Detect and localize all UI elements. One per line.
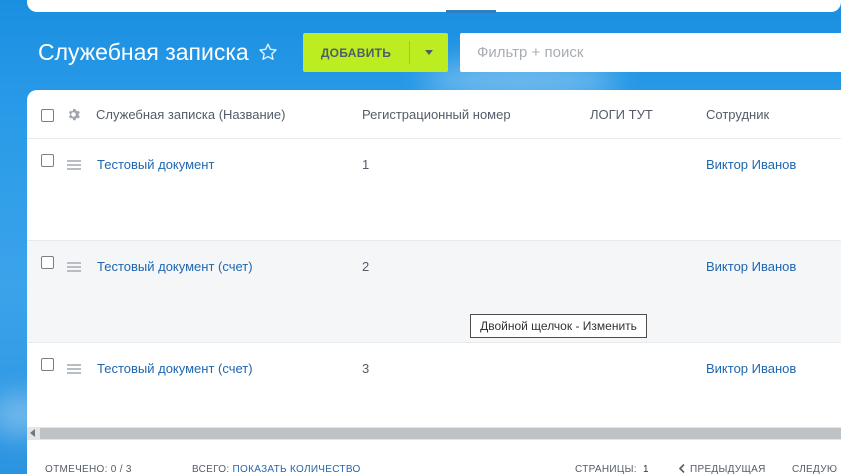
table-row[interactable]: Тестовый документ 1 Виктор Иванов bbox=[27, 139, 841, 241]
active-tab-indicator bbox=[446, 10, 496, 13]
gear-icon[interactable] bbox=[67, 108, 80, 121]
row-number: 2 bbox=[362, 259, 370, 274]
row-employee-link[interactable]: Виктор Иванов bbox=[706, 157, 796, 172]
row-checkbox[interactable] bbox=[41, 256, 54, 269]
row-employee-link[interactable]: Виктор Иванов bbox=[706, 361, 796, 376]
column-header-number[interactable]: Регистрационный номер bbox=[362, 107, 511, 122]
page-title: Служебная записка bbox=[38, 38, 249, 65]
row-number: 1 bbox=[362, 157, 370, 172]
scrollbar-thumb[interactable] bbox=[40, 428, 841, 439]
row-name-link[interactable]: Тестовый документ (счет) bbox=[97, 361, 253, 376]
add-button-label: ДОБАВИТЬ bbox=[320, 45, 392, 60]
current-page[interactable]: 1 bbox=[643, 464, 649, 474]
row-name-link[interactable]: Тестовый документ bbox=[97, 157, 214, 172]
data-grid: Служебная записка (Название) Регистрацио… bbox=[27, 90, 841, 440]
pages-info: СТРАНИЦЫ: 1 bbox=[575, 464, 649, 474]
scroll-left-arrow[interactable] bbox=[30, 429, 35, 437]
search-placeholder: Фильтр + поиск bbox=[477, 44, 584, 61]
row-name-link[interactable]: Тестовый документ (счет) bbox=[97, 259, 253, 274]
row-employee-link[interactable]: Виктор Иванов bbox=[706, 259, 796, 274]
row-number: 3 bbox=[362, 361, 370, 376]
horizontal-scrollbar[interactable] bbox=[27, 427, 841, 440]
menu-icon[interactable] bbox=[67, 262, 81, 272]
table-row[interactable]: Тестовый документ (счет) 3 Виктор Иванов bbox=[27, 343, 841, 440]
row-checkbox[interactable] bbox=[41, 358, 54, 371]
add-button[interactable]: ДОБАВИТЬ bbox=[303, 33, 448, 72]
table-row[interactable]: Тестовый документ (счет) 2 Виктор Иванов bbox=[27, 241, 841, 343]
title-bar: Служебная записка bbox=[38, 32, 279, 72]
caret-down-icon bbox=[425, 50, 433, 55]
row-checkbox[interactable] bbox=[41, 154, 54, 167]
column-header-employee[interactable]: Сотрудник bbox=[706, 107, 769, 122]
chevron-left-icon bbox=[678, 463, 685, 474]
show-count-link[interactable]: ПОКАЗАТЬ КОЛИЧЕСТВО bbox=[233, 464, 361, 474]
table-header: Служебная записка (Название) Регистрацио… bbox=[27, 90, 841, 139]
selected-count: ОТМЕЧЕНО: 0 / 3 bbox=[45, 464, 132, 474]
search-input[interactable]: Фильтр + поиск bbox=[460, 33, 841, 72]
star-icon[interactable] bbox=[257, 41, 279, 63]
top-panel bbox=[27, 0, 841, 12]
prev-page-button[interactable]: ПРЕДЫДУЩАЯ bbox=[678, 463, 766, 474]
select-all-checkbox[interactable] bbox=[41, 109, 54, 122]
menu-icon[interactable] bbox=[67, 160, 81, 170]
column-header-name[interactable]: Служебная записка (Название) bbox=[96, 107, 285, 122]
add-dropdown-button[interactable] bbox=[410, 50, 448, 55]
column-header-logs[interactable]: ЛОГИ ТУТ bbox=[590, 107, 653, 122]
next-page-button[interactable]: СЛЕДУЮ bbox=[792, 464, 837, 474]
grid-footer: ОТМЕЧЕНО: 0 / 3 ВСЕГО: ПОКАЗАТЬ КОЛИЧЕСТ… bbox=[27, 440, 841, 474]
total-count: ВСЕГО: ПОКАЗАТЬ КОЛИЧЕСТВО bbox=[192, 464, 361, 474]
tooltip: Двойной щелчок - Изменить bbox=[470, 314, 647, 338]
menu-icon[interactable] bbox=[67, 364, 81, 374]
